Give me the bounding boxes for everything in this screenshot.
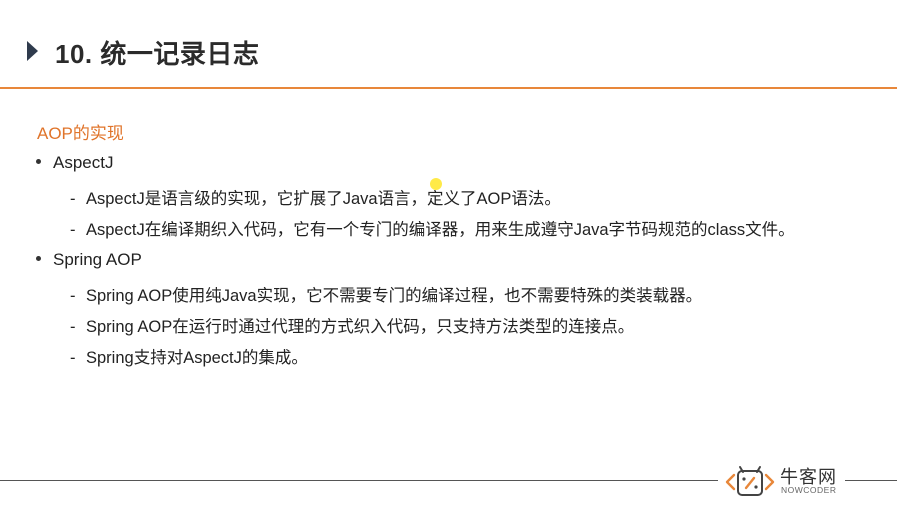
slide-header: 10. 统一记录日志 bbox=[0, 22, 897, 82]
bullet-label: AspectJ bbox=[53, 153, 114, 172]
footer-divider bbox=[0, 480, 718, 481]
header-divider bbox=[0, 87, 897, 89]
sub-item-text: AspectJ在编译期织入代码，它有一个专门的编译器，用来生成遵守Java字节码… bbox=[86, 221, 795, 239]
sub-item-text: Spring AOP在运行时通过代理的方式织入代码，只支持方法类型的连接点。 bbox=[86, 318, 635, 336]
pointer-highlight bbox=[430, 178, 442, 190]
bullet-item-spring-aop: Spring AOP bbox=[36, 250, 142, 270]
sub-item-text: Spring AOP使用纯Java实现，它不需要专门的编译过程，也不需要特殊的类… bbox=[86, 287, 703, 305]
dash: - bbox=[70, 349, 76, 367]
sub-item-text: AspectJ是语言级的实现，它扩展了Java语言，定义了AOP语法。 bbox=[86, 190, 561, 208]
bullet-dot-icon bbox=[36, 256, 41, 262]
bullet-label: Spring AOP bbox=[53, 250, 142, 269]
bullet-dot-icon bbox=[36, 159, 41, 165]
sub-item: - AspectJ在编译期织入代码，它有一个专门的编译器，用来生成遵守Java字节… bbox=[70, 216, 795, 240]
dash: - bbox=[70, 287, 76, 305]
bullet-item-aspectj: AspectJ bbox=[36, 153, 113, 173]
nowcoder-logo: 牛客网 NOWCODER bbox=[724, 461, 844, 501]
dash: - bbox=[70, 190, 76, 208]
footer-divider-right bbox=[845, 480, 897, 481]
slide-title: 10. 统一记录日志 bbox=[55, 39, 260, 69]
sub-item: - Spring AOP在运行时通过代理的方式织入代码，只支持方法类型的连接点。 bbox=[70, 313, 634, 337]
sub-item: - Spring AOP使用纯Java实现，它不需要专门的编译过程，也不需要特殊的… bbox=[70, 282, 702, 306]
triangle-right-icon bbox=[27, 41, 38, 61]
dash: - bbox=[70, 318, 76, 336]
sub-item: - Spring支持对AspectJ的集成。 bbox=[70, 344, 308, 368]
section-heading: AOP的实现 bbox=[37, 124, 124, 143]
dash: - bbox=[70, 221, 76, 239]
nowcoder-logo-icon bbox=[725, 466, 775, 496]
sub-item: - AspectJ是语言级的实现，它扩展了Java语言，定义了AOP语法。 bbox=[70, 185, 561, 209]
logo-subtext: NOWCODER bbox=[781, 485, 837, 495]
sub-item-text: Spring支持对AspectJ的集成。 bbox=[86, 349, 308, 367]
slide: 10. 统一记录日志 AOP的实现 AspectJ - AspectJ是语言级的实… bbox=[0, 0, 897, 508]
